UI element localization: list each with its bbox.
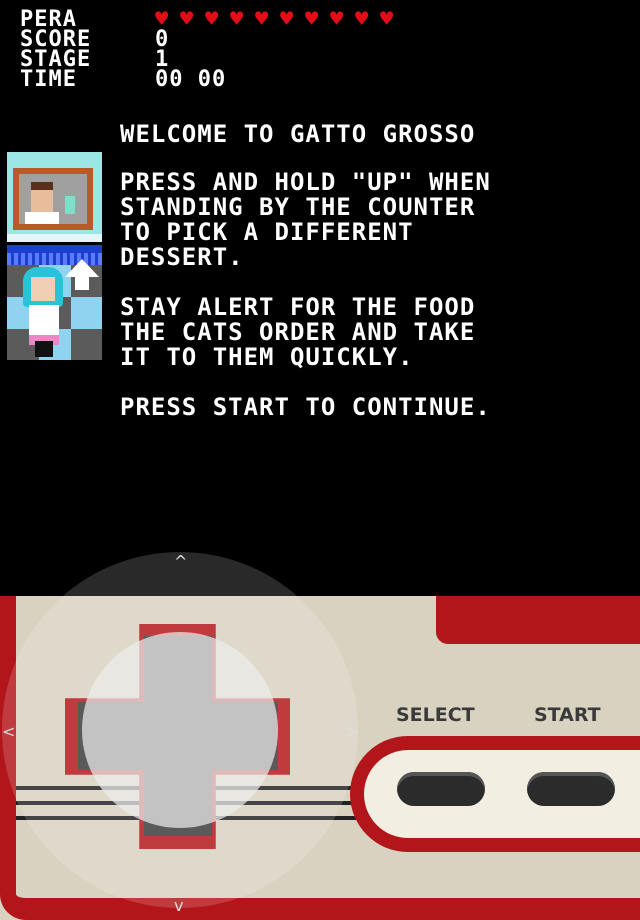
heart-icon: ♥ [355, 7, 370, 32]
dessert-glass-icon [65, 196, 75, 214]
heart-icon: ♥ [305, 7, 320, 32]
start-button[interactable] [527, 772, 615, 806]
time-label: TIME [20, 67, 77, 92]
heart-icon: ♥ [255, 7, 270, 32]
time-row: TIME 00 00 [20, 67, 440, 92]
waitress-dress [29, 305, 59, 345]
heart-icon: ♥ [380, 7, 395, 32]
portrait-shirt [25, 212, 59, 224]
welcome-title: WELCOME TO GATTO GROSSO [120, 120, 476, 148]
up-arrow-icon [65, 259, 99, 277]
waitress-legs [35, 341, 53, 357]
hud: PERA ♥ ♥ ♥ ♥ ♥ ♥ ♥ ♥ ♥ ♥ SCORE 0 STAGE 1 TIME 00 … [20, 7, 440, 92]
select-label: SELECT [396, 704, 475, 726]
instruction-pick-dessert: PRESS AND HOLD "UP" WHEN STANDING BY THE… [120, 168, 491, 271]
select-button[interactable] [397, 772, 485, 806]
joystick-left-arrow-icon: < [2, 722, 16, 741]
heart-icon: ♥ [180, 7, 195, 32]
heart-icon: ♥ [230, 7, 245, 32]
waitress-illustration [7, 245, 102, 360]
instruction-press-start: PRESS START TO CONTINUE. [120, 393, 491, 421]
time-value: 00 00 [155, 67, 227, 92]
stage-row: STAGE 1 [20, 49, 440, 71]
heart-icon: ♥ [280, 7, 295, 32]
counter-shelf [7, 234, 102, 242]
heart-icon: ♥ [205, 7, 220, 32]
waitress-face [31, 277, 55, 301]
joystick-knob[interactable] [82, 632, 278, 828]
portrait-face [31, 182, 53, 216]
counter-illustration [7, 152, 102, 242]
joystick-down-arrow-icon: v [174, 896, 184, 915]
up-arrow-stem [75, 276, 89, 290]
health-hearts: ♥ ♥ ♥ ♥ ♥ ♥ ♥ ♥ ♥ ♥ [155, 7, 402, 32]
joystick-right-arrow-icon: > [346, 722, 360, 741]
instruction-serve-cats: STAY ALERT FOR THE FOOD THE CATS ORDER A… [120, 293, 476, 371]
controller-top-panel [436, 596, 640, 644]
heart-icon: ♥ [330, 7, 345, 32]
start-label: START [534, 704, 601, 726]
joystick-up-arrow-icon: ^ [174, 552, 188, 571]
